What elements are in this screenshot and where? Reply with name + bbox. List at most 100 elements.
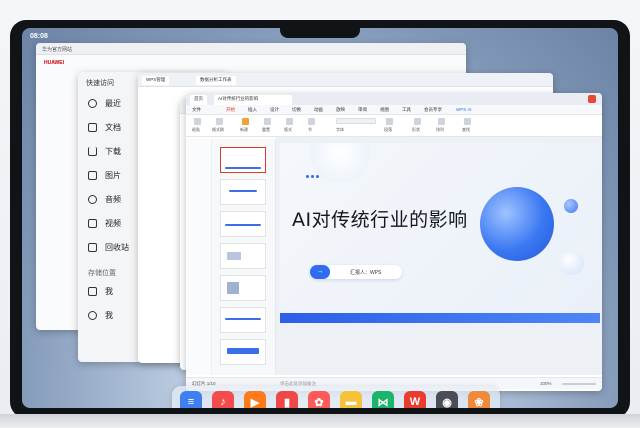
new-slide-icon[interactable] [242, 118, 249, 125]
thumb-bar [229, 190, 257, 192]
files-item-recent[interactable]: 最近 [88, 98, 121, 109]
storage-item-cloud[interactable]: 我 [88, 310, 113, 321]
files-item-images[interactable]: 图片 [88, 170, 121, 181]
menu-insert[interactable]: 插入 [248, 107, 257, 113]
zoom-level[interactable]: 100% [540, 381, 552, 386]
layout-icon[interactable] [286, 118, 293, 125]
camera-app-icon[interactable]: ◉ [436, 391, 458, 408]
arrange-icon[interactable] [438, 118, 445, 125]
thumb-bar [225, 318, 261, 320]
ribbon-label: 版式 [284, 127, 292, 132]
menu-animation[interactable]: 动画 [314, 107, 323, 113]
storage-header: 存储位置 [88, 270, 116, 277]
paste-icon[interactable] [194, 118, 201, 125]
ribbon-label: 粘贴 [192, 127, 200, 132]
ribbon-label: 节 [308, 127, 312, 132]
presenter-pill[interactable]: → 汇报人：WPS [310, 265, 402, 279]
close-icon[interactable] [588, 95, 596, 103]
menu-slideshow[interactable]: 放映 [336, 107, 345, 113]
books-app-icon[interactable]: ▮ [276, 391, 298, 408]
storage-item-local[interactable]: 我 [88, 286, 113, 297]
arrow-right-icon: → [310, 265, 330, 279]
slide-thumbnail[interactable] [220, 147, 266, 173]
app-glyph: W [409, 396, 421, 408]
ribbon: 粘贴 格式刷 新建 重置 版式 节 字体 段落 形状 排列 查找 [186, 115, 602, 137]
slide-thumbnail[interactable] [220, 339, 266, 365]
files-item-label: 图片 [105, 171, 121, 180]
files-item-audio[interactable]: 音频 [88, 194, 121, 205]
slide-title[interactable]: AI对传统行业的影响 [292, 205, 468, 232]
slide-thumbnails[interactable] [212, 139, 276, 375]
menu-transition[interactable]: 切换 [292, 107, 301, 113]
files-item-video[interactable]: 视频 [88, 218, 121, 229]
storage-item-label: 我 [105, 287, 113, 296]
reset-icon[interactable] [264, 118, 271, 125]
ribbon-label: 形状 [412, 127, 420, 132]
browser-tab-label[interactable]: 华为官方网站 [42, 47, 72, 53]
files-item-documents[interactable]: 文档 [88, 122, 121, 133]
menu-member[interactable]: 会员专享 [424, 107, 442, 113]
laptop-base [0, 414, 640, 428]
section-icon[interactable] [308, 118, 315, 125]
menu-file[interactable]: 文件 [192, 107, 201, 113]
menu-review[interactable]: 审阅 [358, 107, 367, 113]
music-app-icon[interactable]: ♪ [212, 391, 234, 408]
tab-document[interactable]: AI对传统行业的影响 [214, 95, 292, 105]
lotus-app-icon[interactable]: ✿ [308, 391, 330, 408]
spreadsheet-app-icon[interactable]: ⋈ [372, 391, 394, 408]
slide-thumbnail[interactable] [220, 243, 266, 269]
clock-icon [88, 99, 97, 108]
font-select[interactable] [336, 118, 376, 124]
shape-icon[interactable] [414, 118, 421, 125]
slide-thumbnail[interactable] [220, 179, 266, 205]
files-item-trash[interactable]: 回收站 [88, 242, 129, 253]
app-glyph: ⋈ [377, 396, 389, 409]
folder-app-icon[interactable]: ▬ [340, 391, 362, 408]
files-item-label: 音频 [105, 195, 121, 204]
thumb-bar [227, 348, 259, 354]
slide-footer-band [280, 313, 600, 323]
menu-wps-ai[interactable]: WPS AI [456, 107, 472, 112]
app-glyph: ≡ [187, 396, 195, 408]
video-app-icon[interactable]: ▶ [244, 391, 266, 408]
files-item-downloads[interactable]: 下载 [88, 146, 121, 157]
screen: 08:08 华为官方网站 HUAWEI 快速访问 最近 文档 下载 图片 音频 … [22, 28, 618, 408]
video-icon [88, 219, 97, 228]
dock: ≡ ♪ ▶ ▮ ✿ ▬ ⋈ W ◉ ❀ [172, 386, 500, 408]
slide-canvas[interactable]: AI对传统行业的影响 → 汇报人：WPS [276, 137, 602, 375]
files-item-label: 最近 [105, 99, 121, 108]
app-glyph: ✿ [314, 396, 324, 409]
find-icon[interactable] [464, 118, 471, 125]
tab-home[interactable]: 首页 [190, 95, 207, 105]
document-icon [88, 123, 97, 132]
wps-back-tab2[interactable]: 数据分析工作表 [196, 76, 236, 85]
sphere-decoration [564, 199, 578, 213]
wps-back-tab[interactable]: WPS管理 [142, 76, 170, 85]
wps-app-icon[interactable]: W [404, 391, 426, 408]
notes-app-icon[interactable]: ≡ [180, 391, 202, 408]
slide-thumbnail[interactable] [220, 275, 266, 301]
menu-design[interactable]: 设计 [270, 107, 279, 113]
menu-view[interactable]: 视图 [380, 107, 389, 113]
menu-home[interactable]: 开始 [226, 107, 235, 113]
ribbon-label: 重置 [262, 127, 270, 132]
laptop-icon [88, 287, 97, 296]
menu-tools[interactable]: 工具 [402, 107, 411, 113]
slide-thumbnail[interactable] [220, 307, 266, 333]
status-time: 08:08 [30, 33, 48, 40]
format-painter-icon[interactable] [216, 118, 223, 125]
current-slide[interactable]: AI对传统行业的影响 → 汇报人：WPS [280, 143, 600, 323]
wps-titlebar: 首页 AI对传统行业的影响 [186, 93, 602, 105]
gallery-app-icon[interactable]: ❀ [468, 391, 490, 408]
slide-thumbnail[interactable] [220, 211, 266, 237]
app-glyph: ▮ [283, 396, 291, 409]
files-item-label: 文档 [105, 123, 121, 132]
storage-item-label: 我 [105, 311, 113, 320]
paragraph-icon[interactable] [386, 118, 393, 125]
wps-presentation-window[interactable]: 首页 AI对传统行业的影响 文件 开始 插入 设计 切换 动画 放映 审阅 视图… [186, 93, 602, 391]
presenter-label: 汇报人：WPS [350, 270, 382, 276]
ribbon-label: 排列 [436, 127, 444, 132]
zoom-slider[interactable] [562, 383, 596, 385]
app-glyph: ♪ [220, 396, 226, 408]
browser-tab-bar[interactable]: 华为官方网站 [36, 43, 466, 55]
